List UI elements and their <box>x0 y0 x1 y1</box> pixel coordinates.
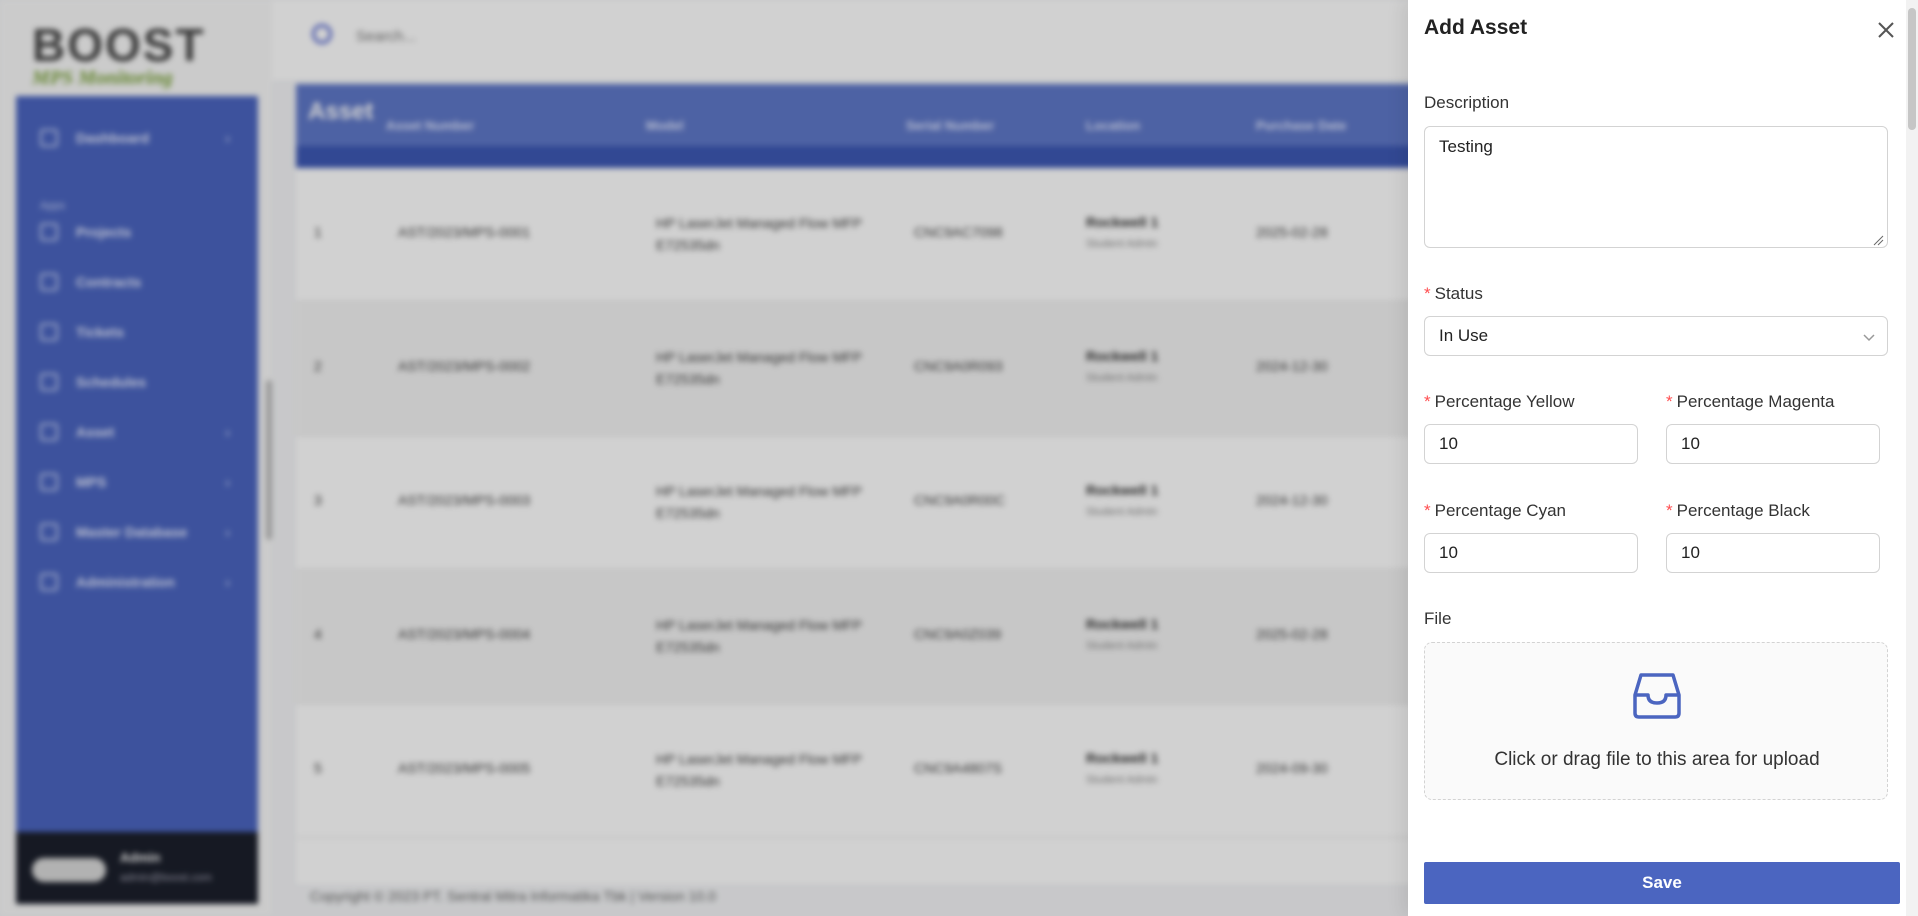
add-asset-drawer: Add Asset Description Testing * Status In… <box>1408 0 1918 916</box>
required-mark: * <box>1424 501 1431 520</box>
status-label: * Status <box>1424 284 1483 304</box>
file-upload-dropzone[interactable]: Click or drag file to this area for uplo… <box>1424 642 1888 800</box>
percentage-black-input[interactable] <box>1666 533 1880 573</box>
required-mark: * <box>1666 501 1673 520</box>
inbox-icon <box>1633 673 1681 719</box>
percentage-cyan-input[interactable] <box>1424 533 1638 573</box>
status-label-text: Status <box>1434 284 1483 303</box>
chevron-down-icon <box>1863 334 1875 342</box>
required-mark: * <box>1424 392 1431 411</box>
cyan-label: * Percentage Cyan <box>1424 501 1566 521</box>
description-label: Description <box>1424 93 1510 112</box>
resize-grip-icon[interactable] <box>1872 234 1884 246</box>
close-button[interactable] <box>1872 16 1900 44</box>
scrollbar-thumb[interactable] <box>1908 8 1916 130</box>
close-icon <box>1878 22 1894 38</box>
percentage-yellow-input[interactable] <box>1424 424 1638 464</box>
drawer-title: Add Asset <box>1424 16 1528 39</box>
status-select[interactable]: In Use <box>1424 316 1888 356</box>
file-label: File <box>1424 609 1452 628</box>
percentage-magenta-input[interactable] <box>1666 424 1880 464</box>
required-mark: * <box>1666 392 1673 411</box>
magenta-label-text: Percentage Magenta <box>1676 392 1835 411</box>
description-textarea[interactable]: Testing <box>1424 126 1888 248</box>
black-label-text: Percentage Black <box>1676 501 1810 520</box>
required-mark: * <box>1424 284 1431 303</box>
drawer-scrollbar[interactable] <box>1906 0 1918 916</box>
yellow-label: * Percentage Yellow <box>1424 392 1575 412</box>
magenta-label: * Percentage Magenta <box>1666 392 1834 412</box>
cyan-label-text: Percentage Cyan <box>1434 501 1566 520</box>
yellow-label-text: Percentage Yellow <box>1434 392 1575 411</box>
upload-hint: Click or drag file to this area for uplo… <box>1494 749 1820 770</box>
status-select-value: In Use <box>1439 326 1489 345</box>
save-button[interactable]: Save <box>1424 862 1900 904</box>
black-label: * Percentage Black <box>1666 501 1810 521</box>
